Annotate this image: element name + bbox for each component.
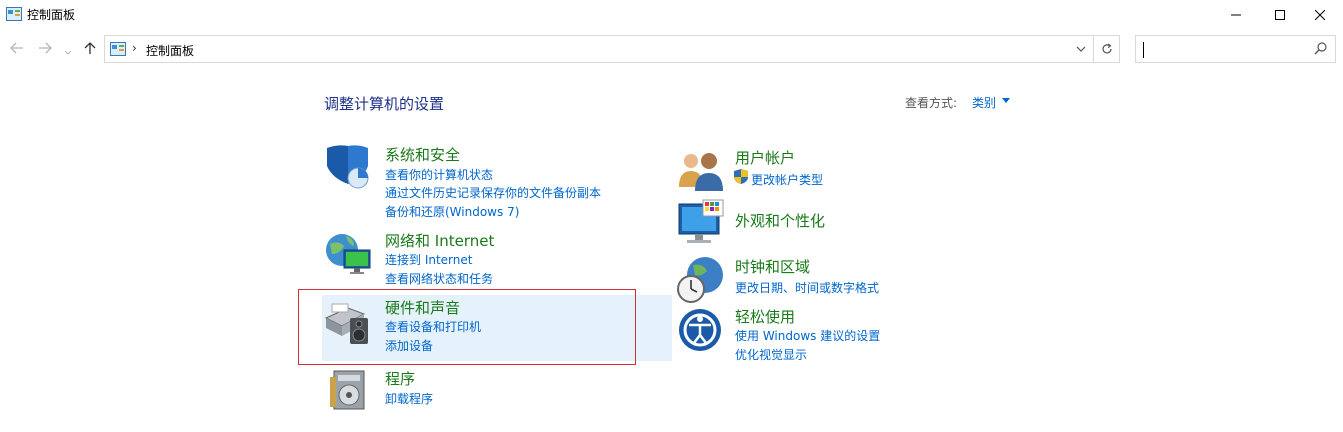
- printer-speaker-icon[interactable]: [324, 296, 374, 346]
- shield-icon[interactable]: [324, 144, 374, 194]
- uac-shield-icon: [734, 169, 748, 184]
- view-by-label: 查看方式:: [905, 96, 958, 110]
- back-button[interactable]: [10, 42, 24, 58]
- minimize-button[interactable]: [1213, 0, 1259, 30]
- ease-of-access-icon[interactable]: [677, 305, 727, 355]
- control-panel-icon: [6, 7, 22, 21]
- link-optimize-visual-display[interactable]: 优化视觉显示: [735, 346, 807, 363]
- search-icon: [1314, 42, 1327, 55]
- globe-network-icon[interactable]: [324, 230, 374, 280]
- up-button[interactable]: [84, 42, 96, 59]
- category-title[interactable]: 时钟和区域: [735, 256, 810, 277]
- address-bar[interactable]: › 控制面板: [104, 35, 1094, 63]
- refresh-icon: [1101, 43, 1112, 54]
- view-by-dropdown[interactable]: 类别: [972, 94, 996, 111]
- category-title[interactable]: 轻松使用: [735, 306, 795, 327]
- breadcrumb-separator[interactable]: ›: [132, 41, 137, 55]
- navigation-bar: › 控制面板: [0, 34, 1343, 66]
- programs-icon[interactable]: [324, 367, 374, 413]
- search-input[interactable]: [1135, 35, 1336, 63]
- forward-button[interactable]: [38, 42, 52, 58]
- window-title: 控制面板: [27, 8, 76, 22]
- link-add-device[interactable]: 添加设备: [385, 337, 433, 354]
- link-view-computer-status[interactable]: 查看你的计算机状态: [385, 166, 493, 183]
- forward-arrow-icon: [39, 42, 52, 54]
- text-cursor: [1143, 42, 1144, 58]
- link-windows-suggested-settings[interactable]: 使用 Windows 建议的设置: [735, 327, 880, 344]
- category-title[interactable]: 硬件和声音: [385, 297, 460, 318]
- breadcrumb-control-panel[interactable]: 控制面板: [146, 42, 194, 59]
- minimize-icon: [1231, 14, 1241, 16]
- link-change-date-time-format[interactable]: 更改日期、时间或数字格式: [735, 279, 879, 296]
- link-change-account-type[interactable]: 更改帐户类型: [751, 171, 823, 188]
- page-heading: 调整计算机的设置: [324, 95, 445, 113]
- chevron-down-icon: [1076, 46, 1086, 52]
- link-backup-restore[interactable]: 备份和还原(Windows 7): [385, 203, 519, 220]
- up-arrow-icon: [84, 42, 96, 54]
- link-file-history-backup[interactable]: 通过文件历史记录保存你的文件备份副本: [385, 184, 601, 201]
- monitor-icon[interactable]: [677, 198, 727, 248]
- close-button[interactable]: [1297, 0, 1343, 30]
- category-title[interactable]: 程序: [385, 368, 415, 389]
- control-panel-icon: [110, 42, 126, 56]
- title-bar: 控制面板: [0, 0, 1343, 30]
- close-icon: [1315, 10, 1325, 20]
- category-title[interactable]: 外观和个性化: [735, 210, 825, 231]
- link-uninstall-program[interactable]: 卸载程序: [385, 390, 433, 407]
- link-network-status[interactable]: 查看网络状态和任务: [385, 270, 493, 287]
- clock-globe-icon[interactable]: [677, 255, 727, 305]
- users-icon[interactable]: [677, 147, 727, 197]
- back-arrow-icon: [10, 42, 23, 54]
- category-title[interactable]: 用户帐户: [735, 147, 795, 168]
- category-title[interactable]: 网络和 Internet: [385, 230, 494, 251]
- maximize-icon: [1275, 10, 1285, 20]
- category-title[interactable]: 系统和安全: [385, 144, 460, 165]
- link-connect-internet[interactable]: 连接到 Internet: [385, 251, 472, 268]
- recent-locations-button[interactable]: [64, 44, 72, 60]
- chevron-down-icon: [64, 50, 72, 55]
- address-history-button[interactable]: [1069, 36, 1093, 62]
- link-devices-printers[interactable]: 查看设备和打印机: [385, 318, 481, 335]
- refresh-button[interactable]: [1094, 35, 1120, 63]
- dropdown-arrow-icon[interactable]: [1002, 98, 1010, 103]
